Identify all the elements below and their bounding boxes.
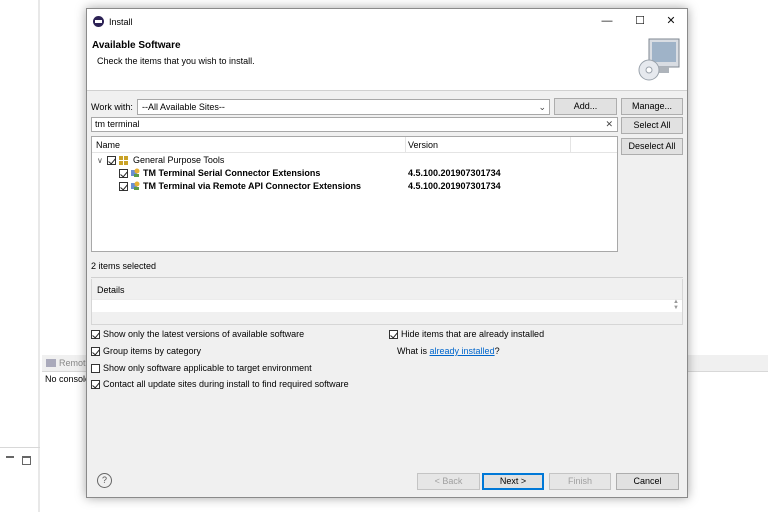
divider: [91, 277, 683, 278]
hide-installed-label: Hide items that are already installed: [401, 329, 545, 339]
console-message: No console: [45, 374, 91, 384]
filter-input[interactable]: tm terminal ✕: [91, 117, 618, 132]
latest-versions-checkbox[interactable]: [91, 330, 100, 339]
feature-checkbox[interactable]: [119, 169, 128, 178]
what-is-installed-text: What is already installed?: [397, 346, 500, 356]
minimize-icon[interactable]: —: [591, 9, 623, 33]
hide-installed-checkbox[interactable]: [389, 330, 398, 339]
feature-checkbox[interactable]: [119, 182, 128, 191]
category-checkbox[interactable]: [107, 156, 116, 165]
category-label: General Purpose Tools: [133, 155, 225, 165]
chevron-down-icon[interactable]: ∨: [97, 156, 103, 165]
selection-status: 2 items selected: [91, 261, 157, 271]
category-icon: [119, 156, 128, 165]
minimize-view-icon[interactable]: [6, 456, 14, 462]
feature-name: TM Terminal via Remote API Connector Ext…: [143, 181, 362, 191]
tree-header: Name Version: [92, 137, 617, 153]
clear-filter-icon[interactable]: ✕: [605, 118, 613, 131]
install-dialog: Install — ☐ ✕ Available Software Check t…: [86, 8, 688, 498]
feature-plugin-icon: [131, 181, 140, 190]
finish-button[interactable]: Finish: [549, 473, 611, 490]
eclipse-icon: [93, 16, 104, 27]
ide-panel-divider: [0, 447, 40, 448]
console-tab-remote[interactable]: Remot: [46, 358, 86, 368]
page-description: Check the items that you wish to install…: [97, 56, 255, 66]
column-name-header[interactable]: Name: [96, 140, 120, 150]
column-version-header[interactable]: Version: [408, 140, 438, 150]
close-icon[interactable]: ✕: [655, 9, 687, 33]
work-with-combo[interactable]: --All Available Sites-- ⌄: [137, 99, 550, 115]
what-is-suffix: ?: [494, 346, 500, 356]
wizard-header: Available Software Check the items that …: [87, 35, 687, 91]
details-text-area[interactable]: [92, 299, 682, 312]
group-by-category-checkbox[interactable]: [91, 347, 100, 356]
details-scroll-arrows[interactable]: ▲ ▼: [673, 299, 679, 311]
maximize-view-icon[interactable]: [22, 456, 31, 465]
page-title: Available Software: [92, 40, 181, 51]
filter-value: tm terminal: [95, 119, 140, 129]
contact-update-sites-checkbox[interactable]: [91, 380, 100, 389]
work-with-value: --All Available Sites--: [142, 102, 225, 112]
feature-version: 4.5.100.201907301734: [408, 181, 501, 191]
target-environment-checkbox[interactable]: [91, 364, 100, 373]
manage-sites-button[interactable]: Manage...: [621, 98, 683, 115]
dialog-titlebar[interactable]: Install — ☐ ✕: [87, 9, 687, 35]
maximize-icon[interactable]: ☐: [624, 9, 656, 33]
add-site-button[interactable]: Add...: [554, 98, 617, 115]
group-by-category-label: Group items by category: [103, 346, 202, 356]
software-tree[interactable]: Name Version ∨ General Purpose Tools TM …: [91, 136, 618, 252]
category-row[interactable]: ∨ General Purpose Tools: [92, 155, 617, 168]
feature-version: 4.5.100.201907301734: [408, 168, 501, 178]
cancel-button[interactable]: Cancel: [616, 473, 679, 490]
next-button[interactable]: Next >: [482, 473, 544, 490]
select-all-button[interactable]: Select All: [621, 117, 683, 134]
feature-plugin-icon: [131, 168, 140, 177]
work-with-label: Work with:: [91, 102, 133, 112]
help-icon[interactable]: ?: [97, 473, 112, 488]
feature-row[interactable]: TM Terminal Serial Connector Extensions …: [92, 168, 617, 181]
contact-update-sites-label: Contact all update sites during install …: [103, 379, 349, 389]
what-is-prefix: What is: [397, 346, 428, 356]
dialog-title: Install: [109, 17, 133, 27]
feature-row[interactable]: TM Terminal via Remote API Connector Ext…: [92, 181, 617, 194]
latest-versions-label: Show only the latest versions of availab…: [103, 329, 305, 339]
ide-left-panel-border: [38, 0, 40, 512]
already-installed-link[interactable]: already installed: [430, 346, 495, 356]
column-separator[interactable]: [405, 137, 406, 153]
chevron-down-icon[interactable]: ⌄: [538, 100, 546, 114]
target-environment-label: Show only software applicable to target …: [103, 363, 312, 373]
details-label: Details: [97, 285, 125, 295]
deselect-all-button[interactable]: Deselect All: [621, 138, 683, 155]
column-separator[interactable]: [570, 137, 571, 153]
feature-name: TM Terminal Serial Connector Extensions: [143, 168, 321, 178]
back-button[interactable]: < Back: [417, 473, 480, 490]
install-banner-icon: [638, 38, 680, 81]
